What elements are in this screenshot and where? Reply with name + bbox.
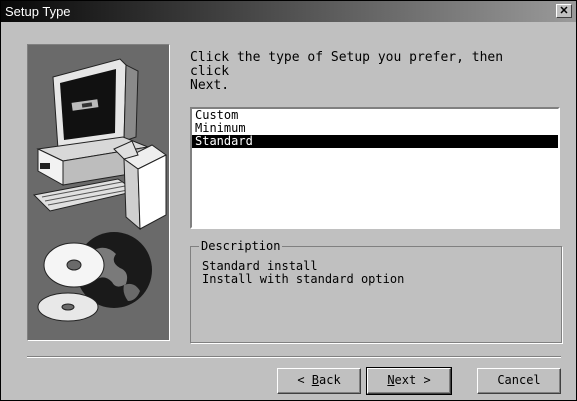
back-suffix: ack (319, 373, 341, 387)
description-text: Standard install Install with standard o… (202, 259, 405, 286)
close-icon[interactable]: ✕ (556, 4, 572, 18)
list-item-standard[interactable]: Standard (192, 135, 558, 148)
cancel-button[interactable]: Cancel (477, 368, 561, 394)
setup-type-dialog: Setup Type ✕ Click the type of Setup you… (0, 0, 577, 401)
back-prefix: < (297, 373, 312, 387)
computer-and-cd-icon (27, 44, 170, 341)
button-separator (27, 356, 561, 358)
description-group: Description Standard install Install wit… (190, 239, 562, 343)
instruction-text: Click the type of Setup you prefer, then… (190, 50, 504, 93)
description-legend: Description (199, 239, 283, 253)
setup-type-list[interactable]: Custom Minimum Standard (190, 107, 560, 229)
back-button[interactable]: < Back (277, 368, 361, 394)
list-item-custom[interactable]: Custom (192, 109, 558, 122)
next-mnemonic: N (387, 373, 395, 387)
next-suffix: ext > (394, 373, 431, 387)
window-title: Setup Type (5, 4, 71, 19)
next-button[interactable]: Next > (366, 367, 452, 395)
title-bar[interactable]: Setup Type ✕ (1, 1, 576, 22)
back-mnemonic: B (311, 373, 319, 387)
